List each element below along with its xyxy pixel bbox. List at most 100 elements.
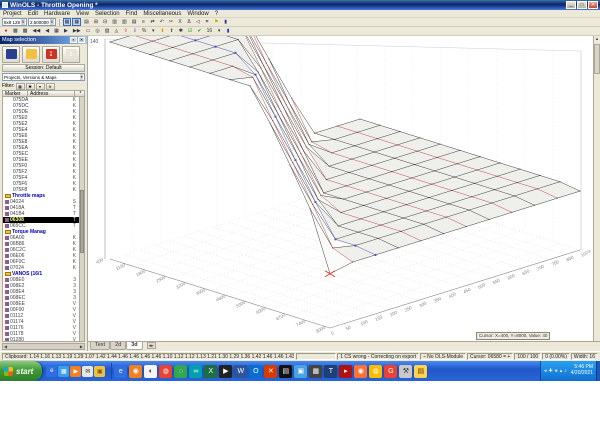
chart-vertical-scrollbar[interactable]: ▲ (593, 36, 600, 341)
toolbar-button[interactable]: ☑ (186, 27, 194, 35)
toolbar-button[interactable]: ▧ (103, 27, 112, 35)
toolbar-button[interactable]: ▮ (222, 18, 230, 26)
column-address[interactable]: Address (28, 90, 75, 97)
taskbar-red-x-icon[interactable]: ✕ (264, 364, 278, 378)
scroll-left-icon[interactable]: ◀ (4, 344, 7, 349)
filter-button[interactable]: ≋ (45, 82, 55, 90)
spinner-icon[interactable]: ⇅ (49, 19, 54, 25)
map-list-row[interactable]: 01280 V (3, 337, 84, 341)
column-marker[interactable]: Marker (2, 90, 28, 97)
quicklaunch-desktop-icon[interactable]: ▦ (58, 365, 70, 377)
toolbar-button[interactable]: ⊟ (101, 18, 109, 26)
toolbar-button[interactable]: ▶▶ (71, 27, 83, 35)
toolbar-button[interactable]: ⚑ (212, 18, 220, 26)
show-desktop-strip[interactable] (596, 361, 600, 381)
taskbar-green-app-icon[interactable]: ◌ (174, 364, 188, 378)
toolbar-button[interactable]: ▦ (72, 18, 82, 26)
taskbar-firefox-icon[interactable]: ◉ (354, 364, 368, 378)
sidebar-vertical-scrollbar[interactable] (79, 97, 84, 341)
maximize-button[interactable]: □ (577, 1, 587, 9)
toolbar-button[interactable]: ✔ (195, 27, 203, 35)
toolbar-button[interactable]: ◀◀ (30, 27, 42, 35)
toolbar-button[interactable]: ✂ (167, 18, 175, 26)
toolbar-button[interactable]: ▭ (84, 27, 93, 35)
toolbar-button[interactable]: ▤ (82, 18, 91, 26)
taskbar-red-tv-icon[interactable]: ▸ (339, 364, 353, 378)
title-bar[interactable]: WinOLS - Throttle Opening * _ □ ✕ (0, 0, 600, 10)
filter-button[interactable]: ▦ (15, 82, 25, 90)
menu-item[interactable]: Miscellaneous (143, 11, 181, 17)
toolbar-button[interactable]: ▩ (21, 27, 30, 35)
menu-item[interactable]: View (76, 11, 89, 17)
export-map-icon[interactable]: ↥ (62, 45, 80, 63)
filter-button[interactable]: ✱ (25, 82, 35, 90)
view-tab[interactable]: 3d (126, 342, 143, 350)
tray-icon[interactable]: ◂ (544, 368, 547, 374)
menu-item[interactable]: Find (126, 11, 138, 17)
toolbar-button[interactable]: ▾ (149, 27, 157, 35)
taskbar-notes-icon[interactable]: ▤ (414, 364, 428, 378)
chevron-down-icon[interactable]: ▾ (80, 74, 83, 80)
taskbar-wrench-icon[interactable]: ⚒ (399, 364, 413, 378)
column-extra[interactable]: * (75, 90, 85, 97)
menu-item[interactable]: ? (215, 11, 218, 17)
toolbar-button[interactable]: ⇧ (121, 27, 129, 35)
taskbar-chrome-icon[interactable]: ◍ (159, 364, 173, 378)
toolbar-button[interactable]: ↶ (158, 18, 166, 26)
toolbar-button[interactable]: Χ (176, 18, 184, 26)
scrollbar-thumb[interactable] (80, 189, 84, 254)
panel-pin-button[interactable]: ▪ (70, 37, 77, 43)
taskbar-outlook-icon[interactable]: O (249, 364, 263, 378)
quicklaunch-mail-icon[interactable]: ✉ (82, 365, 94, 377)
toolbar-button[interactable]: ✱ (177, 27, 185, 35)
toolbar-button[interactable]: ⇄ (148, 18, 156, 26)
factor-combo[interactable]: 2.500000 ⇅ (27, 18, 56, 26)
tray-icon[interactable]: ♪ (564, 368, 567, 374)
quicklaunch-ie-icon[interactable]: e (46, 365, 58, 377)
toolbar-button[interactable]: ● (2, 27, 10, 35)
toolbar-button[interactable]: ▶ (62, 27, 70, 35)
toolbar-button[interactable]: ⇩ (131, 27, 139, 35)
toolbar-button[interactable]: % (140, 27, 148, 35)
menu-item[interactable]: Project (3, 11, 22, 17)
toolbar-button[interactable]: ◬ (112, 27, 120, 35)
scrollbar-thumb[interactable] (594, 44, 600, 74)
view-tab[interactable]: Text (90, 342, 111, 350)
menu-item[interactable]: Hardware (44, 11, 70, 17)
session-button[interactable]: Session: Default (2, 64, 85, 72)
toolbar-button[interactable]: ◁ (194, 18, 202, 26)
toolbar-button[interactable]: ▦ (62, 18, 72, 26)
filter-button[interactable]: ▾ (35, 82, 45, 90)
taskbar-ie-icon[interactable]: e (114, 364, 128, 378)
toolbar-button[interactable]: 16 (205, 27, 215, 35)
toolbar-button[interactable]: ▤ (130, 18, 139, 26)
toolbar-button[interactable]: ▥ (120, 18, 129, 26)
view-tab[interactable]: 2d (110, 342, 127, 350)
tray-icon[interactable]: ▴ (560, 368, 563, 374)
tree-mode-combo[interactable]: Projects, Versions & Maps ▾ (2, 73, 85, 81)
tray-icon[interactable]: ● (555, 368, 558, 374)
taskbar-photos-icon[interactable]: ▦ (309, 364, 323, 378)
toolbar-button[interactable]: ⬆ (158, 27, 166, 35)
toolbar-button[interactable]: ⊞ (92, 18, 100, 26)
quicklaunch-media-icon[interactable]: ▶ (70, 365, 82, 377)
toolbar-button[interactable]: ▩ (11, 27, 20, 35)
menu-item[interactable]: Edit (28, 11, 38, 17)
taskbar-thunderbird-icon[interactable]: T (324, 364, 338, 378)
taskbar-film-icon[interactable]: ▤ (279, 364, 293, 378)
quicklaunch-folder-icon[interactable]: ▣ (94, 365, 106, 377)
menu-item[interactable]: Selection (95, 11, 120, 17)
taskbar-excel-icon[interactable]: X (204, 364, 218, 378)
start-button[interactable]: start (0, 361, 43, 381)
toolbar-button[interactable]: ≡ (139, 18, 147, 26)
panel-close-button[interactable]: ✕ (78, 37, 85, 43)
taskbar-teal-loop-icon[interactable]: ∞ (189, 364, 203, 378)
tray-icon[interactable]: ✚ (549, 368, 553, 374)
toolbar-button[interactable]: ▾ (215, 27, 223, 35)
toolbar-button[interactable]: ▦ (52, 27, 61, 35)
close-button[interactable]: ✕ (588, 1, 598, 9)
toolbar-button[interactable]: ▮ (224, 27, 232, 35)
taskbar-chrome2-icon[interactable]: ◍ (369, 364, 383, 378)
open-folder-icon[interactable] (22, 45, 40, 63)
toolbar-button[interactable]: ⌗ (203, 18, 211, 26)
